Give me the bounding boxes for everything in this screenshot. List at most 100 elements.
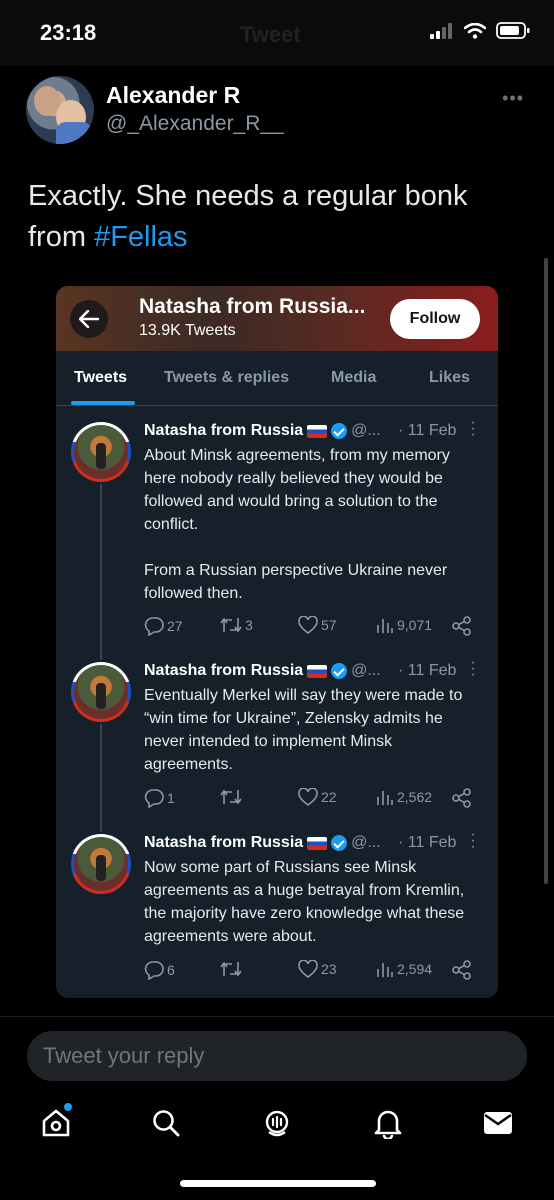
profile-name: Natasha from Russia... xyxy=(139,295,366,318)
verified-badge-icon xyxy=(331,663,348,679)
views-icon xyxy=(377,619,393,633)
tab-messages[interactable] xyxy=(480,1105,516,1141)
tweet-more-icon[interactable]: · · · xyxy=(470,655,476,683)
heart-icon xyxy=(298,616,318,634)
embedded-screenshot[interactable]: Natasha from Russia... 13.9K Tweets Foll… xyxy=(56,286,498,998)
retweet-count: 3 xyxy=(245,617,253,633)
tab-spaces[interactable] xyxy=(259,1105,295,1141)
tweet-actions: 1 22 2,562 xyxy=(144,788,484,810)
view-count: 2,594 xyxy=(397,961,433,977)
tweet-date[interactable]: · 11 Feb xyxy=(398,834,456,852)
verified-badge-icon xyxy=(331,835,348,851)
view-count: 9,071 xyxy=(397,617,433,633)
tweet-date[interactable]: · 11 Feb xyxy=(398,662,456,680)
retweet-icon xyxy=(220,789,242,805)
like-count: 22 xyxy=(321,789,337,805)
tweet-body: About Minsk agreements, from my memory h… xyxy=(144,447,450,602)
retweet-icon xyxy=(220,961,242,977)
tweet-author[interactable]: Natasha from Russia @... xyxy=(144,662,381,680)
tweet-author-name: Natasha from Russia xyxy=(144,662,304,679)
hashtag-link[interactable]: #Fellas xyxy=(94,221,188,253)
reply-count: 6 xyxy=(167,962,175,978)
tab-search[interactable] xyxy=(148,1105,184,1141)
home-indicator[interactable] xyxy=(180,1180,376,1187)
scrollbar[interactable] xyxy=(544,258,548,884)
tweet-date[interactable]: · 11 Feb xyxy=(398,422,456,440)
reply-icon xyxy=(144,961,164,980)
tab-notifications[interactable] xyxy=(370,1105,406,1141)
like-button[interactable]: 57 xyxy=(298,616,337,634)
bell-icon xyxy=(374,1110,402,1139)
tweet-handle: @... xyxy=(351,662,381,679)
like-count: 23 xyxy=(321,961,337,977)
notification-dot xyxy=(64,1103,72,1111)
reply-button[interactable]: 6 xyxy=(144,960,175,980)
retweet-icon xyxy=(220,617,242,633)
verified-badge-icon xyxy=(331,423,348,439)
tweet-actions: 27 3 57 9,071 xyxy=(144,616,484,638)
like-button[interactable]: 22 xyxy=(298,788,337,806)
retweet-button[interactable] xyxy=(220,788,245,806)
reply-icon xyxy=(144,617,164,636)
heart-icon xyxy=(298,788,318,806)
tweet-avatar[interactable] xyxy=(71,422,131,482)
tweet-author-name: Natasha from Russia xyxy=(144,834,304,851)
share-icon xyxy=(452,616,471,636)
tweet-avatar[interactable] xyxy=(71,662,131,722)
wifi-icon xyxy=(464,22,486,39)
tweet-handle: @... xyxy=(351,834,381,851)
back-button[interactable] xyxy=(70,300,108,338)
search-icon xyxy=(153,1110,180,1137)
retweet-button[interactable] xyxy=(220,960,245,978)
share-button[interactable] xyxy=(452,788,472,808)
status-icons xyxy=(430,22,530,39)
views-button[interactable]: 2,594 xyxy=(376,960,432,978)
tweet-more-icon[interactable]: · · · xyxy=(470,827,476,855)
more-options-icon[interactable]: ••• xyxy=(502,88,524,109)
profile-tabs: Tweets Tweets & replies Media Likes xyxy=(56,351,498,406)
tab-home[interactable] xyxy=(38,1103,74,1141)
views-button[interactable]: 2,562 xyxy=(376,788,432,806)
tweet-author[interactable]: Natasha from Russia @... xyxy=(144,834,381,852)
share-button[interactable] xyxy=(452,616,472,636)
tweet-text: Exactly. She needs a regular bonk from #… xyxy=(28,176,528,258)
reply-placeholder: Tweet your reply xyxy=(43,1043,205,1068)
reply-button[interactable]: 1 xyxy=(144,788,175,808)
reply-input[interactable]: Tweet your reply xyxy=(27,1031,527,1081)
follow-button[interactable]: Follow xyxy=(390,299,480,339)
like-count: 57 xyxy=(321,617,337,633)
cellular-signal-icon xyxy=(430,22,452,39)
tab-likes[interactable]: Likes xyxy=(429,369,470,387)
spaces-icon xyxy=(265,1110,289,1137)
tweet-avatar[interactable] xyxy=(71,834,131,894)
tweet-body: Now some part of Russians see Minsk agre… xyxy=(144,859,465,945)
reply-bar: Tweet your reply xyxy=(0,1016,554,1200)
like-button[interactable]: 23 xyxy=(298,960,337,978)
views-button[interactable]: 9,071 xyxy=(376,616,432,634)
tab-tweets-and-replies[interactable]: Tweets & replies xyxy=(164,369,289,387)
home-icon xyxy=(42,1109,70,1137)
share-icon xyxy=(452,960,471,980)
avatar[interactable] xyxy=(26,76,94,144)
heart-icon xyxy=(298,960,318,978)
reply-button[interactable]: 27 xyxy=(144,616,183,636)
thread-line xyxy=(100,484,102,660)
tab-media[interactable]: Media xyxy=(331,369,376,387)
tab-tweets[interactable]: Tweets xyxy=(74,369,127,387)
retweet-button[interactable]: 3 xyxy=(220,616,253,634)
author-handle[interactable]: @_Alexander_R__ xyxy=(106,112,284,136)
envelope-icon xyxy=(484,1112,512,1134)
reply-count: 1 xyxy=(167,790,175,806)
reply-count: 27 xyxy=(167,618,183,634)
tweet-actions: 6 23 2,594 xyxy=(144,960,484,982)
russia-flag-icon xyxy=(307,664,328,678)
share-button[interactable] xyxy=(452,960,472,980)
share-icon xyxy=(452,788,471,808)
status-time: 23:18 xyxy=(40,20,97,45)
tweet-count: 13.9K Tweets xyxy=(139,322,236,339)
status-bar: 23:18 Tweet xyxy=(0,0,554,66)
tweet-author[interactable]: Natasha from Russia @... xyxy=(144,422,381,440)
tweet-more-icon[interactable]: · · · xyxy=(470,415,476,443)
thread-line xyxy=(100,724,102,832)
author-display-name[interactable]: Alexander R xyxy=(106,82,240,109)
